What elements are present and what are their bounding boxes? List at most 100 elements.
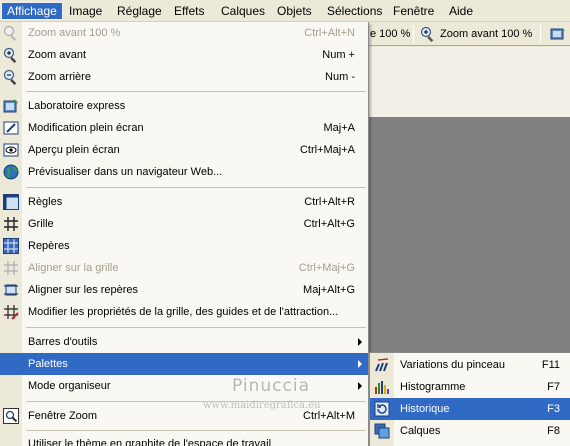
menu-item-label: Modifier les propriétés de la grille, de…	[28, 306, 339, 318]
menu-item-fullscreen-preview[interactable]: Aperçu plein écran Ctrl+Maj+A	[0, 139, 368, 161]
brush-variations-icon	[375, 358, 389, 372]
submenu-item-label: Historique	[400, 403, 450, 415]
menu-item-fullscreen-edit[interactable]: Modification plein écran Maj+A	[0, 117, 368, 139]
grid-properties-icon	[4, 305, 19, 320]
snap-grid-icon	[4, 261, 18, 275]
submenu-item-label: Variations du pinceau	[400, 359, 505, 371]
toolbar-separator	[413, 25, 414, 43]
menu-item-label: Zoom arrière	[28, 71, 91, 83]
menu-objets[interactable]: Objets	[272, 2, 317, 20]
submenu-item-shortcut: F8	[547, 425, 560, 437]
zoom-in-icon[interactable]	[420, 26, 436, 42]
menu-item-shortcut: Ctrl+Alt+G	[303, 218, 355, 230]
fullscreen-edit-icon	[3, 121, 19, 135]
menu-item-shortcut: Num -	[325, 71, 355, 83]
history-icon	[374, 401, 390, 417]
menu-item-label: Barres d'outils	[28, 336, 98, 348]
affichage-dropdown: Zoom avant 100 % Ctrl+Alt+N Zoom avant N…	[0, 22, 369, 446]
menu-item-rulers[interactable]: Règles Ctrl+Alt+R	[0, 191, 368, 213]
watermark-site: www.maidiregrafica.eu	[203, 400, 321, 411]
menu-item-shortcut: Ctrl+Alt+R	[304, 196, 355, 208]
menu-item-shortcut: Maj+A	[323, 122, 356, 134]
grid-icon	[4, 217, 18, 231]
express-lab-icon[interactable]	[550, 26, 566, 42]
submenu-item-histogram[interactable]: Histogramme F7	[370, 376, 570, 398]
submenu-arrow-icon	[358, 338, 362, 346]
menu-separator	[26, 430, 366, 431]
zoom-window-icon	[3, 408, 19, 424]
menu-item-shortcut: Ctrl+Alt+N	[304, 27, 355, 39]
zoom-100-icon	[3, 25, 17, 41]
menu-item-label: Zoom avant	[28, 49, 87, 61]
menu-item-zoom-out[interactable]: Zoom arrière Num -	[0, 66, 368, 88]
toolbar: e 100 % Zoom avant 100 %	[368, 22, 570, 46]
menu-item-label: Utiliser le thème en graphite de l'espac…	[28, 438, 272, 446]
submenu-item-shortcut: F3	[547, 403, 560, 415]
menu-reglage[interactable]: Réglage	[112, 2, 167, 20]
menu-image[interactable]: Image	[64, 2, 107, 20]
menu-item-snap-grid[interactable]: Aligner sur la grille Ctrl+Maj+G	[0, 257, 368, 279]
submenu-item-label: Histogramme	[400, 381, 466, 393]
menu-item-guides[interactable]: Repères	[0, 235, 368, 257]
canvas-background	[368, 117, 570, 357]
toolbar-separator	[540, 25, 541, 43]
zoom-in-100-button[interactable]: Zoom avant 100 %	[440, 26, 532, 42]
submenu-item-brush-variations[interactable]: Variations du pinceau F11	[370, 354, 570, 376]
zoom-out-icon	[3, 69, 17, 85]
menu-bar: Affichage Image Réglage Effets Calques O…	[0, 0, 570, 22]
menu-item-express-lab[interactable]: Laboratoire express	[0, 95, 368, 117]
menu-item-label: Aligner sur les repères	[28, 284, 139, 296]
menu-item-grid-properties[interactable]: Modifier les propriétés de la grille, de…	[0, 301, 368, 323]
menu-aide[interactable]: Aide	[444, 2, 478, 20]
menu-item-label: Repères	[28, 240, 70, 252]
submenu-item-layers[interactable]: Calques F8	[370, 420, 570, 442]
menu-item-graphite-theme[interactable]: Utiliser le thème en graphite de l'espac…	[0, 433, 368, 446]
menu-item-label: Aperçu plein écran	[28, 144, 120, 156]
zoom-in-icon	[3, 47, 17, 63]
menu-item-label: Palettes	[28, 358, 68, 370]
snap-guides-icon	[4, 284, 18, 296]
submenu-item-label: Calques	[400, 425, 441, 437]
menu-item-shortcut: Ctrl+Maj+A	[299, 144, 355, 156]
menu-item-label: Modification plein écran	[28, 122, 144, 134]
menu-affichage[interactable]: Affichage	[1, 2, 63, 20]
submenu-arrow-icon	[358, 382, 362, 390]
menu-item-web-preview[interactable]: Prévisualiser dans un navigateur Web...	[0, 161, 368, 183]
fullscreen-preview-icon	[3, 143, 19, 157]
menu-item-zoom-in[interactable]: Zoom avant Num +	[0, 44, 368, 66]
express-lab-icon	[3, 99, 18, 113]
menu-effets[interactable]: Effets	[169, 2, 209, 20]
menu-item-label: Prévisualiser dans un navigateur Web...	[28, 166, 223, 178]
menu-calques[interactable]: Calques	[216, 2, 270, 20]
submenu-item-shortcut: F7	[547, 381, 560, 393]
submenu-arrow-icon	[358, 360, 362, 368]
menu-item-label: Règles	[28, 196, 63, 208]
menu-item-organizer-mode[interactable]: Mode organiseur	[0, 375, 368, 397]
menu-item-zoom-100[interactable]: Zoom avant 100 % Ctrl+Alt+N	[0, 22, 368, 44]
menu-fenetre[interactable]: Fenêtre	[388, 2, 439, 20]
submenu-item-history[interactable]: Historique F3	[370, 398, 570, 420]
menu-item-shortcut: Maj+Alt+G	[303, 284, 355, 296]
zoom-100-button-partial[interactable]: e 100 %	[370, 26, 410, 42]
layers-icon	[374, 423, 390, 439]
menu-item-label: Aligner sur la grille	[28, 262, 119, 274]
menu-item-shortcut: Ctrl+Maj+G	[298, 262, 355, 274]
menu-item-palettes[interactable]: Palettes	[0, 353, 368, 375]
watermark-name: Pinuccia	[232, 376, 310, 396]
workspace-area	[368, 47, 570, 117]
menu-separator	[26, 91, 366, 92]
menu-separator	[26, 187, 366, 188]
menu-item-toolbars[interactable]: Barres d'outils	[0, 331, 368, 353]
submenu-item-shortcut: F11	[541, 359, 560, 371]
menu-item-label: Zoom avant 100 %	[28, 27, 121, 39]
menu-item-label: Laboratoire express	[28, 100, 126, 112]
histogram-icon	[375, 381, 389, 394]
menu-item-snap-guides[interactable]: Aligner sur les repères Maj+Alt+G	[0, 279, 368, 301]
menu-item-shortcut: Num +	[322, 49, 355, 61]
menu-selections[interactable]: Sélections	[322, 2, 387, 20]
menu-item-grid[interactable]: Grille Ctrl+Alt+G	[0, 213, 368, 235]
guides-icon	[3, 238, 19, 254]
palettes-submenu: Variations du pinceau F11 Histogramme F7…	[369, 352, 570, 446]
rulers-icon	[3, 194, 19, 210]
menu-item-label: Fenêtre Zoom	[28, 410, 98, 422]
